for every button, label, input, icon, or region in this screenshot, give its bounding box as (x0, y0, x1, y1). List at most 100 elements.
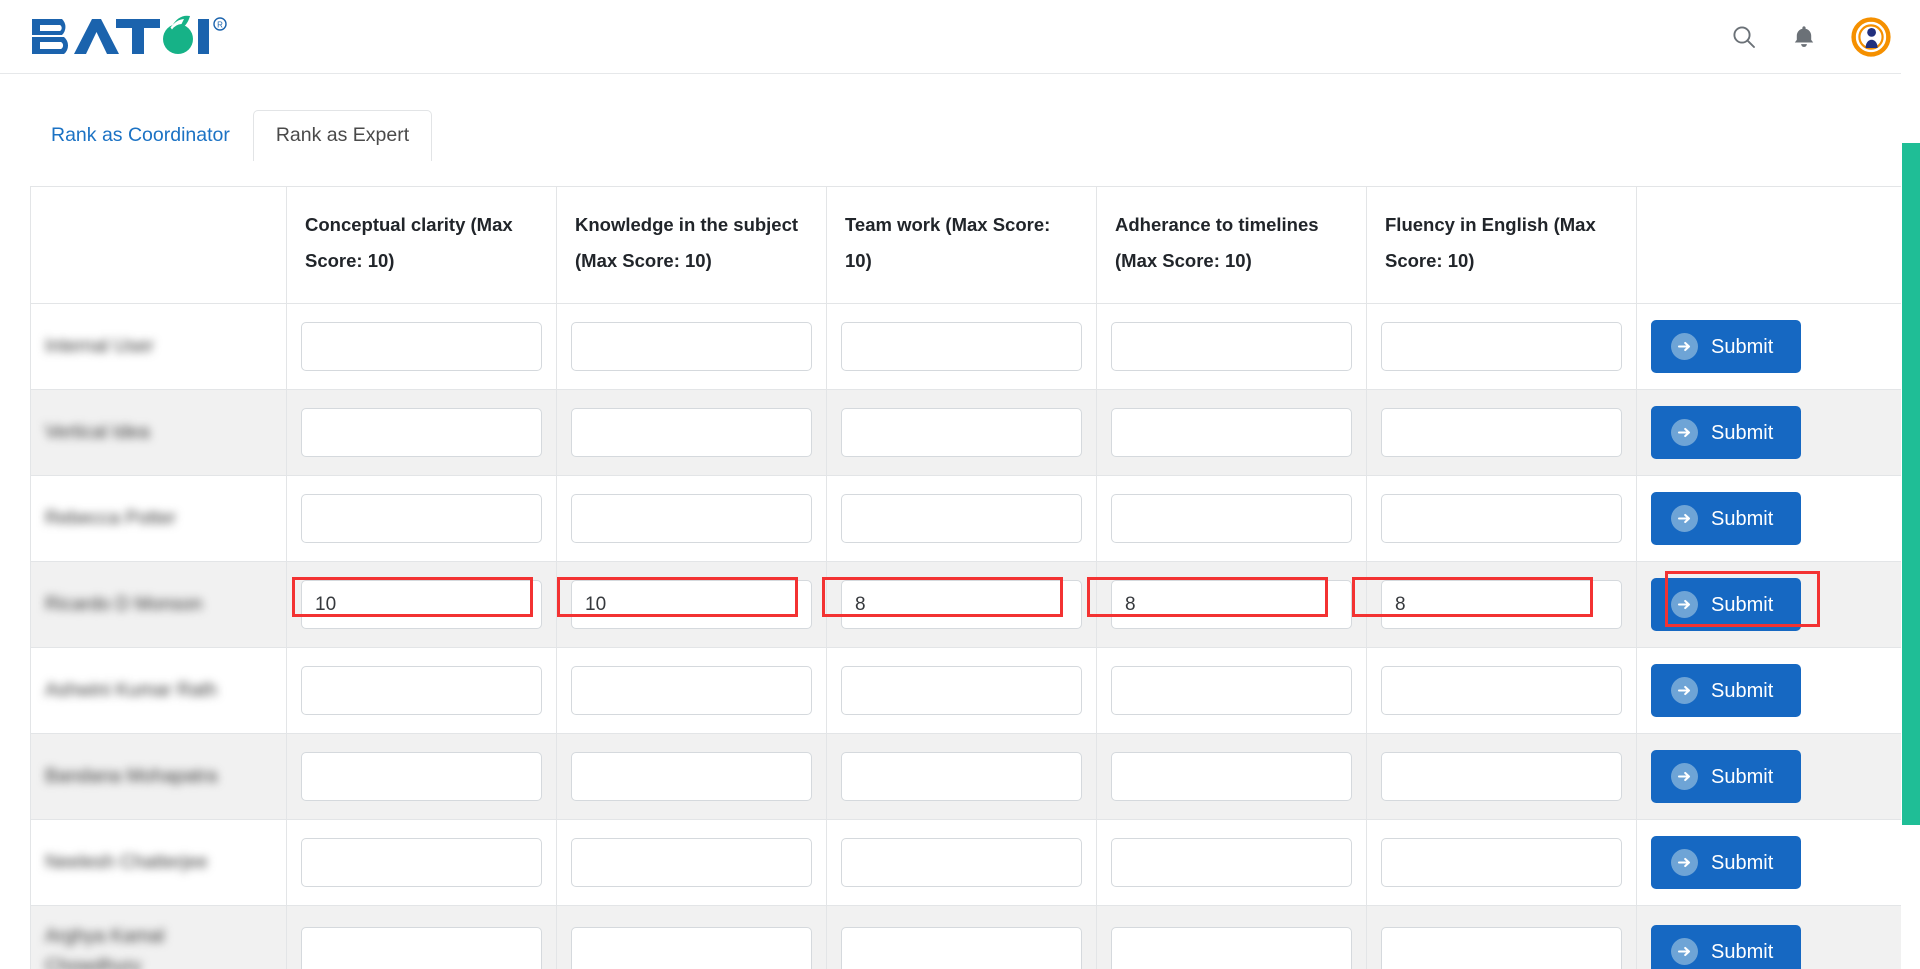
score-cell-knowledge-subject (556, 905, 827, 969)
candidate-name: Internal User (45, 335, 154, 357)
submit-button[interactable]: Submit (1651, 925, 1802, 969)
score-input-adherance-timelines[interactable] (1111, 322, 1352, 372)
score-input-adherance-timelines[interactable] (1111, 666, 1352, 716)
score-input-knowledge-subject[interactable] (571, 408, 812, 458)
score-input-adherance-timelines[interactable] (1111, 408, 1352, 458)
score-input-team-work[interactable] (841, 322, 1082, 372)
tab-rank-as-coordinator[interactable]: Rank as Coordinator (28, 110, 253, 162)
column-header-conceptual-clarity: Conceptual clarity (Max Score: 10) (286, 185, 557, 305)
action-cell: Submit (1636, 389, 1920, 477)
score-input-knowledge-subject[interactable] (571, 838, 812, 888)
arrow-right-icon (1671, 333, 1698, 361)
score-input-adherance-timelines[interactable] (1111, 494, 1352, 544)
score-cell-team-work (826, 389, 1097, 477)
score-input-team-work[interactable] (841, 666, 1082, 716)
search-icon[interactable] (1730, 23, 1758, 51)
table-body: Internal User Submit Vertical Idea Submit Re… (30, 303, 1920, 969)
score-input-conceptual-clarity[interactable] (301, 838, 542, 888)
submit-button-label: Submit (1711, 335, 1774, 358)
score-input-fluency-english[interactable] (1381, 752, 1622, 802)
score-input-fluency-english[interactable] (1381, 666, 1622, 716)
page-scrollbar-track[interactable] (1901, 0, 1920, 969)
score-cell-team-work (826, 475, 1097, 563)
score-input-adherance-timelines[interactable] (1111, 580, 1352, 630)
submit-button[interactable]: Submit (1651, 578, 1802, 632)
score-input-knowledge-subject[interactable] (571, 322, 812, 372)
score-input-team-work[interactable] (841, 580, 1082, 630)
table-row: Bandana Mohapatra Submit (30, 733, 1920, 821)
score-cell-conceptual-clarity (286, 475, 557, 563)
tab-rank-as-expert[interactable]: Rank as Expert (252, 109, 433, 161)
header-actions (1730, 16, 1892, 58)
score-input-fluency-english[interactable] (1381, 494, 1622, 544)
arrow-right-icon (1671, 677, 1698, 705)
arrow-right-icon (1671, 763, 1698, 791)
ranking-table-container: Conceptual clarity (Max Score: 10) Knowl… (0, 160, 1920, 969)
score-input-conceptual-clarity[interactable] (301, 752, 542, 802)
candidate-name: Arghya Kamal Chowdhury (45, 926, 165, 969)
notification-bell-icon[interactable] (1790, 23, 1818, 51)
score-input-team-work[interactable] (841, 927, 1082, 969)
candidate-name: Ricardo D Monson (45, 593, 203, 615)
table-row: Rebecca Potter Submit (30, 475, 1920, 563)
score-input-fluency-english[interactable] (1381, 322, 1622, 372)
column-header-fluency-english: Fluency in English (Max Score: 10) (1366, 185, 1637, 305)
user-avatar-icon[interactable] (1850, 16, 1892, 58)
score-cell-conceptual-clarity (286, 389, 557, 477)
score-input-team-work[interactable] (841, 752, 1082, 802)
submit-button-label: Submit (1711, 593, 1774, 616)
score-cell-knowledge-subject (556, 389, 827, 477)
score-input-conceptual-clarity[interactable] (301, 927, 542, 969)
score-cell-conceptual-clarity (286, 561, 557, 649)
submit-button[interactable]: Submit (1651, 492, 1802, 546)
score-input-fluency-english[interactable] (1381, 408, 1622, 458)
score-input-adherance-timelines[interactable] (1111, 927, 1352, 969)
score-cell-knowledge-subject (556, 819, 827, 907)
column-header-knowledge-subject: Knowledge in the subject (Max Score: 10) (556, 185, 827, 305)
submit-button[interactable]: Submit (1651, 320, 1802, 374)
score-input-knowledge-subject[interactable] (571, 580, 812, 630)
score-cell-conceptual-clarity (286, 819, 557, 907)
score-input-conceptual-clarity[interactable] (301, 494, 542, 544)
submit-button-label: Submit (1711, 851, 1774, 874)
action-cell: Submit (1636, 819, 1920, 907)
score-cell-fluency-english (1366, 819, 1637, 907)
batoi-logo[interactable]: R BATOI (30, 14, 240, 60)
action-cell: Submit (1636, 733, 1920, 821)
submit-button[interactable]: Submit (1651, 750, 1802, 804)
score-cell-team-work (826, 647, 1097, 735)
score-input-team-work[interactable] (841, 408, 1082, 458)
submit-button[interactable]: Submit (1651, 664, 1802, 718)
score-input-knowledge-subject[interactable] (571, 927, 812, 969)
score-input-fluency-english[interactable] (1381, 838, 1622, 888)
candidate-name: Vertical Idea (45, 421, 150, 443)
score-cell-conceptual-clarity (286, 303, 557, 391)
candidate-name-cell: Bandana Mohapatra (30, 733, 287, 821)
score-cell-adherance-timelines (1096, 561, 1367, 649)
score-input-team-work[interactable] (841, 838, 1082, 888)
submit-button[interactable]: Submit (1651, 406, 1802, 460)
submit-button-label: Submit (1711, 507, 1774, 530)
page-scrollbar-thumb[interactable] (1902, 143, 1920, 825)
submit-button[interactable]: Submit (1651, 836, 1802, 890)
score-cell-knowledge-subject (556, 303, 827, 391)
score-cell-adherance-timelines (1096, 819, 1367, 907)
score-input-conceptual-clarity[interactable] (301, 580, 542, 630)
score-input-conceptual-clarity[interactable] (301, 408, 542, 458)
candidate-name-cell: Neelesh Chatterjee (30, 819, 287, 907)
score-input-conceptual-clarity[interactable] (301, 666, 542, 716)
arrow-right-icon (1671, 419, 1698, 447)
score-input-conceptual-clarity[interactable] (301, 322, 542, 372)
app-header: R BATOI (0, 0, 1920, 74)
score-input-adherance-timelines[interactable] (1111, 752, 1352, 802)
page-stage: R BATOI (0, 0, 1920, 969)
score-input-team-work[interactable] (841, 494, 1082, 544)
table-row: Vertical Idea Submit (30, 389, 1920, 477)
score-input-adherance-timelines[interactable] (1111, 838, 1352, 888)
score-input-knowledge-subject[interactable] (571, 666, 812, 716)
score-input-knowledge-subject[interactable] (571, 494, 812, 544)
score-input-knowledge-subject[interactable] (571, 752, 812, 802)
score-input-fluency-english[interactable] (1381, 927, 1622, 969)
tab-strip: Rank as Coordinator Rank as Expert (0, 107, 1920, 162)
score-input-fluency-english[interactable] (1381, 580, 1622, 630)
